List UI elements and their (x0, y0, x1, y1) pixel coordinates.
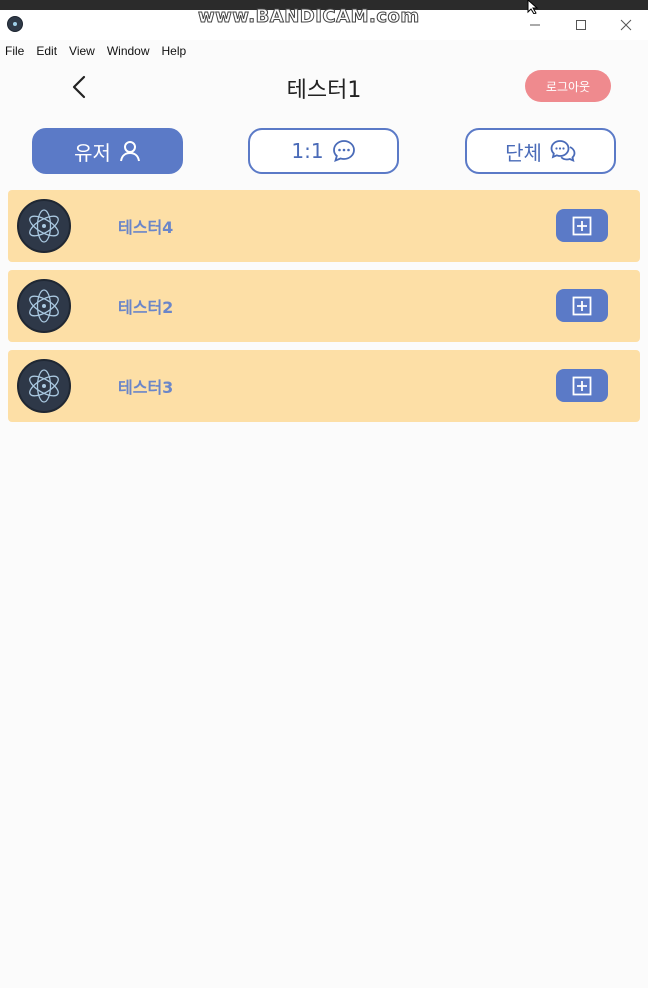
plus-square-icon (572, 216, 592, 235)
list-item[interactable]: 테스터2 (8, 270, 640, 342)
atom-avatar-icon (29, 289, 59, 323)
tab-one-to-one-label: 1:1 (291, 139, 324, 163)
menu-view[interactable]: View (69, 44, 95, 58)
app-icon (7, 16, 23, 32)
menu-help[interactable]: Help (162, 44, 187, 58)
list-item[interactable]: 테스터4 (8, 190, 640, 262)
tab-bar: 유저 1:1 단체 (0, 128, 648, 174)
atom-avatar-icon (29, 209, 59, 243)
close-icon (620, 19, 632, 31)
list-item[interactable]: 테스터3 (8, 350, 640, 422)
plus-square-icon (572, 296, 592, 315)
minimize-button[interactable] (524, 14, 546, 36)
avatar (17, 359, 71, 413)
user-name: 테스터2 (118, 298, 174, 317)
logout-button[interactable]: 로그아웃 (525, 70, 611, 102)
menu-file[interactable]: File (5, 44, 24, 58)
minimize-icon (530, 24, 540, 26)
atom-avatar-icon (29, 369, 59, 403)
add-user-button[interactable] (556, 209, 608, 242)
user-name: 테스터4 (118, 218, 174, 237)
avatar (17, 279, 71, 333)
avatar (17, 199, 71, 253)
add-user-button[interactable] (556, 289, 608, 322)
close-window-button[interactable] (615, 14, 637, 36)
mouse-cursor-icon (527, 0, 539, 14)
menu-edit[interactable]: Edit (36, 44, 57, 58)
window-titlebar: www.BANDICAM.com (0, 0, 648, 40)
tab-users-label: 유저 (74, 140, 111, 165)
menu-window[interactable]: Window (107, 44, 150, 58)
tab-one-to-one[interactable]: 1:1 (248, 128, 399, 174)
watermark-text: www.BANDICAM.com (198, 6, 420, 28)
tab-group[interactable]: 단체 (465, 128, 616, 174)
page-header: 테스터1 로그아웃 (0, 62, 648, 114)
plus-square-icon (572, 376, 592, 395)
chat-bubble-icon (332, 140, 355, 163)
tab-group-label: 단체 (505, 140, 542, 165)
user-icon (119, 141, 140, 162)
tab-users[interactable]: 유저 (32, 128, 183, 174)
add-user-button[interactable] (556, 369, 608, 402)
maximize-icon (576, 20, 586, 30)
user-name: 테스터3 (118, 378, 174, 397)
menu-bar: File Edit View Window Help (0, 40, 648, 62)
maximize-button[interactable] (570, 14, 592, 36)
group-chat-icon (550, 140, 576, 163)
